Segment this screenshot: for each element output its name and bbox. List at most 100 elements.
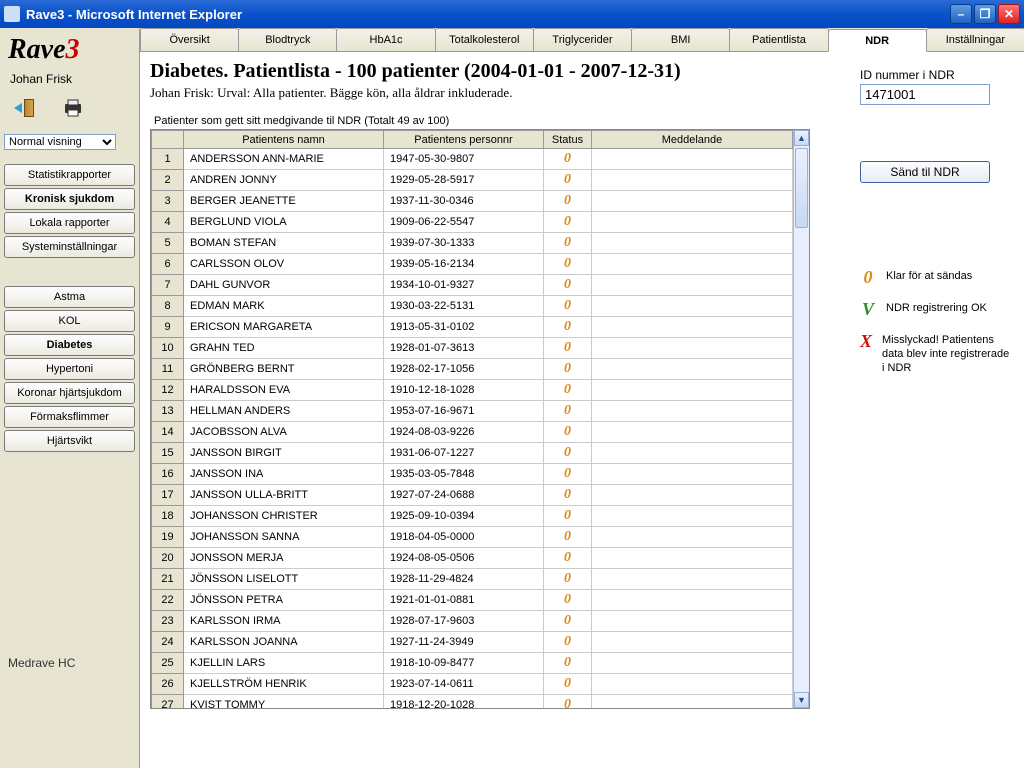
table-row[interactable]: 10GRAHN TED1928-01-07-36130 (152, 338, 793, 359)
cell-name[interactable]: GRÖNBERG BERNT (184, 359, 384, 380)
cell-name[interactable]: JÖNSSON LISELOTT (184, 569, 384, 590)
cell-name[interactable]: KARLSSON IRMA (184, 611, 384, 632)
table-row[interactable]: 24KARLSSON JOANNA1927-11-24-39490 (152, 632, 793, 653)
cell-name[interactable]: KARLSSON JOANNA (184, 632, 384, 653)
col-status[interactable]: Status (544, 131, 592, 149)
cell-name[interactable]: KVIST TOMMY (184, 695, 384, 709)
cell-name[interactable]: DAHL GUNVOR (184, 275, 384, 296)
cell-pnr[interactable]: 1924-08-03-9226 (384, 422, 544, 443)
print-icon[interactable] (62, 98, 84, 118)
table-row[interactable]: 11GRÖNBERG BERNT1928-02-17-10560 (152, 359, 793, 380)
table-row[interactable]: 22JÖNSSON PETRA1921-01-01-08810 (152, 590, 793, 611)
cell-status[interactable]: 0 (544, 149, 592, 170)
sidebar-button[interactable]: Hypertoni (4, 358, 135, 380)
cell-message[interactable] (592, 338, 793, 359)
col-name[interactable]: Patientens namn (184, 131, 384, 149)
sidebar-button[interactable]: Koronar hjärtsjukdom (4, 382, 135, 404)
cell-status[interactable]: 0 (544, 569, 592, 590)
cell-name[interactable]: JANSSON BIRGIT (184, 443, 384, 464)
row-number[interactable]: 18 (152, 506, 184, 527)
cell-message[interactable] (592, 548, 793, 569)
sidebar-button[interactable]: KOL (4, 310, 135, 332)
row-number[interactable]: 16 (152, 464, 184, 485)
cell-message[interactable] (592, 170, 793, 191)
cell-name[interactable]: BOMAN STEFAN (184, 233, 384, 254)
cell-name[interactable]: JÖNSSON PETRA (184, 590, 384, 611)
cell-message[interactable] (592, 443, 793, 464)
cell-message[interactable] (592, 254, 793, 275)
cell-pnr[interactable]: 1909-06-22-5547 (384, 212, 544, 233)
cell-status[interactable]: 0 (544, 275, 592, 296)
cell-pnr[interactable]: 1930-03-22-5131 (384, 296, 544, 317)
cell-name[interactable]: BERGER JEANETTE (184, 191, 384, 212)
row-number[interactable]: 25 (152, 653, 184, 674)
cell-status[interactable]: 0 (544, 401, 592, 422)
cell-pnr[interactable]: 1934-10-01-9327 (384, 275, 544, 296)
cell-message[interactable] (592, 464, 793, 485)
row-number[interactable]: 19 (152, 527, 184, 548)
row-number[interactable]: 3 (152, 191, 184, 212)
row-number[interactable]: 12 (152, 380, 184, 401)
cell-status[interactable]: 0 (544, 590, 592, 611)
table-row[interactable]: 5BOMAN STEFAN1939-07-30-13330 (152, 233, 793, 254)
cell-pnr[interactable]: 1929-05-28-5917 (384, 170, 544, 191)
cell-pnr[interactable]: 1931-06-07-1227 (384, 443, 544, 464)
grid-scrollbar[interactable]: ▲ ▼ (793, 130, 809, 708)
cell-status[interactable]: 0 (544, 485, 592, 506)
row-number[interactable]: 7 (152, 275, 184, 296)
cell-message[interactable] (592, 233, 793, 254)
col-rownum[interactable] (152, 131, 184, 149)
sidebar-button[interactable]: Astma (4, 286, 135, 308)
table-row[interactable]: 1ANDERSSON ANN-MARIE1947-05-30-98070 (152, 149, 793, 170)
ndr-id-input[interactable] (860, 84, 990, 105)
row-number[interactable]: 27 (152, 695, 184, 709)
row-number[interactable]: 15 (152, 443, 184, 464)
cell-pnr[interactable]: 1937-11-30-0346 (384, 191, 544, 212)
row-number[interactable]: 24 (152, 632, 184, 653)
cell-status[interactable]: 0 (544, 296, 592, 317)
cell-message[interactable] (592, 506, 793, 527)
cell-pnr[interactable]: 1924-08-05-0506 (384, 548, 544, 569)
cell-name[interactable]: KJELLIN LARS (184, 653, 384, 674)
cell-message[interactable] (592, 317, 793, 338)
cell-status[interactable]: 0 (544, 338, 592, 359)
cell-pnr[interactable]: 1928-07-17-9603 (384, 611, 544, 632)
table-row[interactable]: 18JOHANSSON CHRISTER1925-09-10-03940 (152, 506, 793, 527)
cell-pnr[interactable]: 1939-07-30-1333 (384, 233, 544, 254)
row-number[interactable]: 13 (152, 401, 184, 422)
cell-status[interactable]: 0 (544, 527, 592, 548)
tab[interactable]: Översikt (140, 28, 239, 51)
sidebar-button[interactable]: Kronisk sjukdom (4, 188, 135, 210)
cell-message[interactable] (592, 632, 793, 653)
table-row[interactable]: 20JONSSON MERJA1924-08-05-05060 (152, 548, 793, 569)
cell-status[interactable]: 0 (544, 443, 592, 464)
table-row[interactable]: 19JOHANSSON SANNA1918-04-05-00000 (152, 527, 793, 548)
tab[interactable]: Inställningar (926, 28, 1024, 51)
scroll-down-icon[interactable]: ▼ (794, 692, 809, 708)
minimize-button[interactable]: – (950, 4, 972, 24)
cell-pnr[interactable]: 1921-01-01-0881 (384, 590, 544, 611)
col-msg[interactable]: Meddelande (592, 131, 793, 149)
cell-status[interactable]: 0 (544, 233, 592, 254)
cell-status[interactable]: 0 (544, 611, 592, 632)
cell-message[interactable] (592, 401, 793, 422)
tab[interactable]: Blodtryck (238, 28, 337, 51)
table-row[interactable]: 4BERGLUND VIOLA1909-06-22-55470 (152, 212, 793, 233)
row-number[interactable]: 9 (152, 317, 184, 338)
maximize-button[interactable]: ❐ (974, 4, 996, 24)
cell-name[interactable]: JACOBSSON ALVA (184, 422, 384, 443)
cell-pnr[interactable]: 1947-05-30-9807 (384, 149, 544, 170)
col-pnr[interactable]: Patientens personnr (384, 131, 544, 149)
cell-message[interactable] (592, 569, 793, 590)
cell-message[interactable] (592, 359, 793, 380)
sidebar-button[interactable]: Systeminställningar (4, 236, 135, 258)
cell-pnr[interactable]: 1910-12-18-1028 (384, 380, 544, 401)
table-row[interactable]: 6CARLSSON OLOV1939-05-16-21340 (152, 254, 793, 275)
cell-status[interactable]: 0 (544, 317, 592, 338)
cell-status[interactable]: 0 (544, 191, 592, 212)
cell-status[interactable]: 0 (544, 254, 592, 275)
cell-pnr[interactable]: 1939-05-16-2134 (384, 254, 544, 275)
cell-name[interactable]: ERICSON MARGARETA (184, 317, 384, 338)
cell-pnr[interactable]: 1928-11-29-4824 (384, 569, 544, 590)
cell-message[interactable] (592, 590, 793, 611)
